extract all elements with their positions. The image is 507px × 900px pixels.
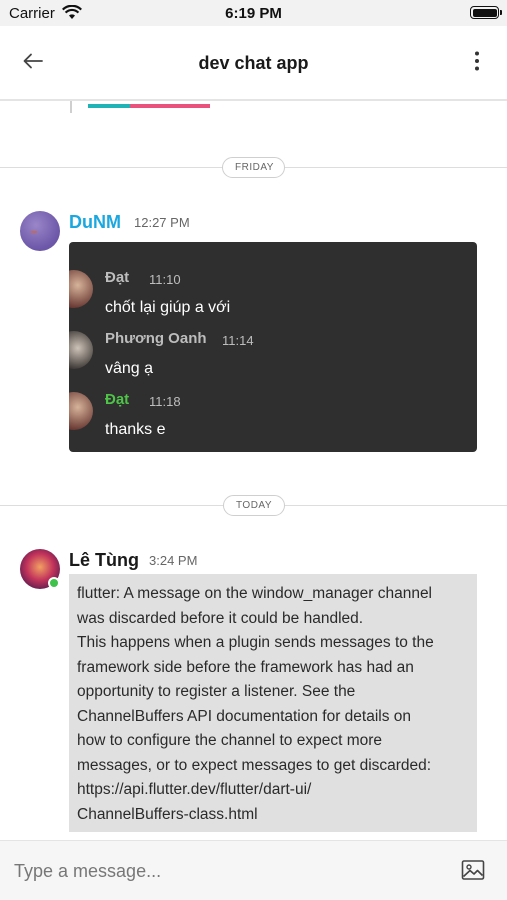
forwarded-sender-name: Đạt [105,269,130,286]
forwarded-time: 11:18 [149,394,181,409]
chat-screen: dev chat app FRIDAY DuNM 12:27 PM Đạt 11… [0,26,507,900]
forwarded-sender-name: Đạt [105,391,130,408]
message-time: 3:24 PM [149,553,198,568]
message-composer [0,840,507,900]
sender-name[interactable]: DuNM [69,212,121,233]
message-input[interactable] [14,858,434,884]
more-options-button[interactable] [469,50,485,76]
more-vertical-icon [475,51,479,76]
forwarded-text: thanks e [105,421,166,438]
forwarded-sender-name: Phương Oanh [105,330,207,347]
battery-icon [470,6,502,19]
online-status-indicator [48,577,60,589]
date-separator-today: TODAY [223,495,285,516]
forwarded-text: vâng ạ [105,360,154,377]
avatar [69,331,93,369]
date-separator-friday: FRIDAY [222,157,285,178]
page-title: dev chat app [198,53,309,73]
attach-image-button[interactable] [461,858,485,882]
image-icon [461,860,485,886]
message-time: 12:27 PM [134,215,190,230]
previous-message-bar [88,104,130,108]
app-header: dev chat app [0,26,507,101]
sender-name[interactable]: Lê Tùng [69,550,139,571]
header-divider [0,99,507,101]
forwarded-time: 11:10 [149,272,181,287]
forwarded-messages-card[interactable]: Đạt 11:10 chốt lại giúp a với Phương Oan… [69,242,477,452]
avatar[interactable] [20,211,60,251]
previous-message-bar [130,104,210,108]
avatar [69,270,93,308]
previous-message-quote-line [70,101,72,113]
message-bubble[interactable]: flutter: A message on the window_manager… [69,574,477,832]
clock: 6:19 PM [225,5,282,22]
forwarded-time: 11:14 [222,333,254,348]
avatar [69,392,93,430]
status-bar: Carrier 6:19 PM [0,0,507,26]
forwarded-text: chốt lại giúp a với [105,299,231,316]
